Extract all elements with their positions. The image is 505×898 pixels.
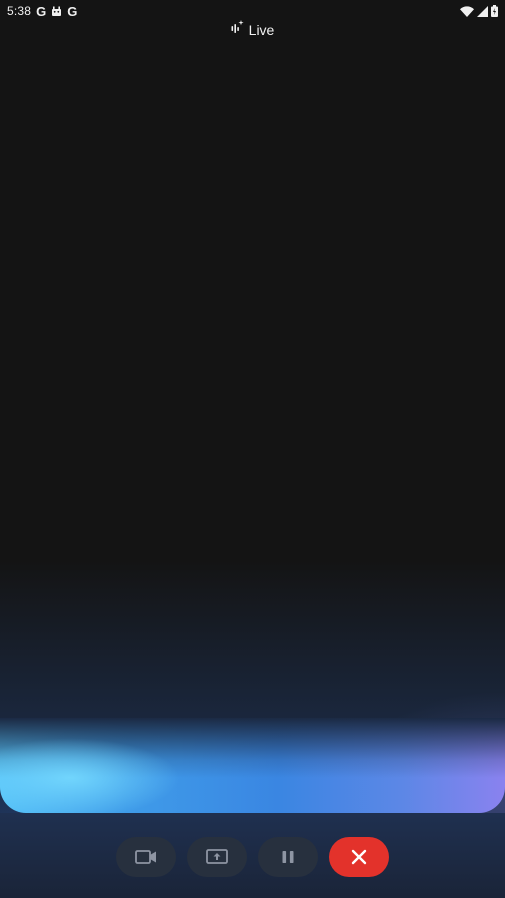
cell-signal-icon (477, 5, 488, 17)
status-bar-left: 5:38 G G (7, 4, 77, 18)
video-camera-icon (135, 850, 157, 864)
close-icon (351, 849, 367, 865)
google-g-icon: G (36, 3, 47, 19)
live-sparkle-icon (231, 20, 244, 40)
screen-share-button[interactable] (187, 837, 247, 877)
pause-icon (281, 850, 295, 864)
control-bar (0, 837, 505, 877)
google-g-icon: G (67, 3, 78, 19)
screen-share-icon (206, 849, 228, 865)
battery-icon (491, 5, 498, 17)
live-label: Live (248, 22, 275, 38)
status-time: 5:38 (7, 4, 32, 18)
live-header: Live (0, 20, 505, 40)
camera-button[interactable] (116, 837, 176, 877)
android-icon (51, 6, 62, 17)
wifi-icon (460, 5, 474, 17)
end-session-button[interactable] (329, 837, 389, 877)
pause-button[interactable] (258, 837, 318, 877)
status-bar: 5:38 G G (0, 0, 505, 22)
voice-glow-band (0, 718, 505, 813)
status-bar-right (460, 5, 498, 17)
